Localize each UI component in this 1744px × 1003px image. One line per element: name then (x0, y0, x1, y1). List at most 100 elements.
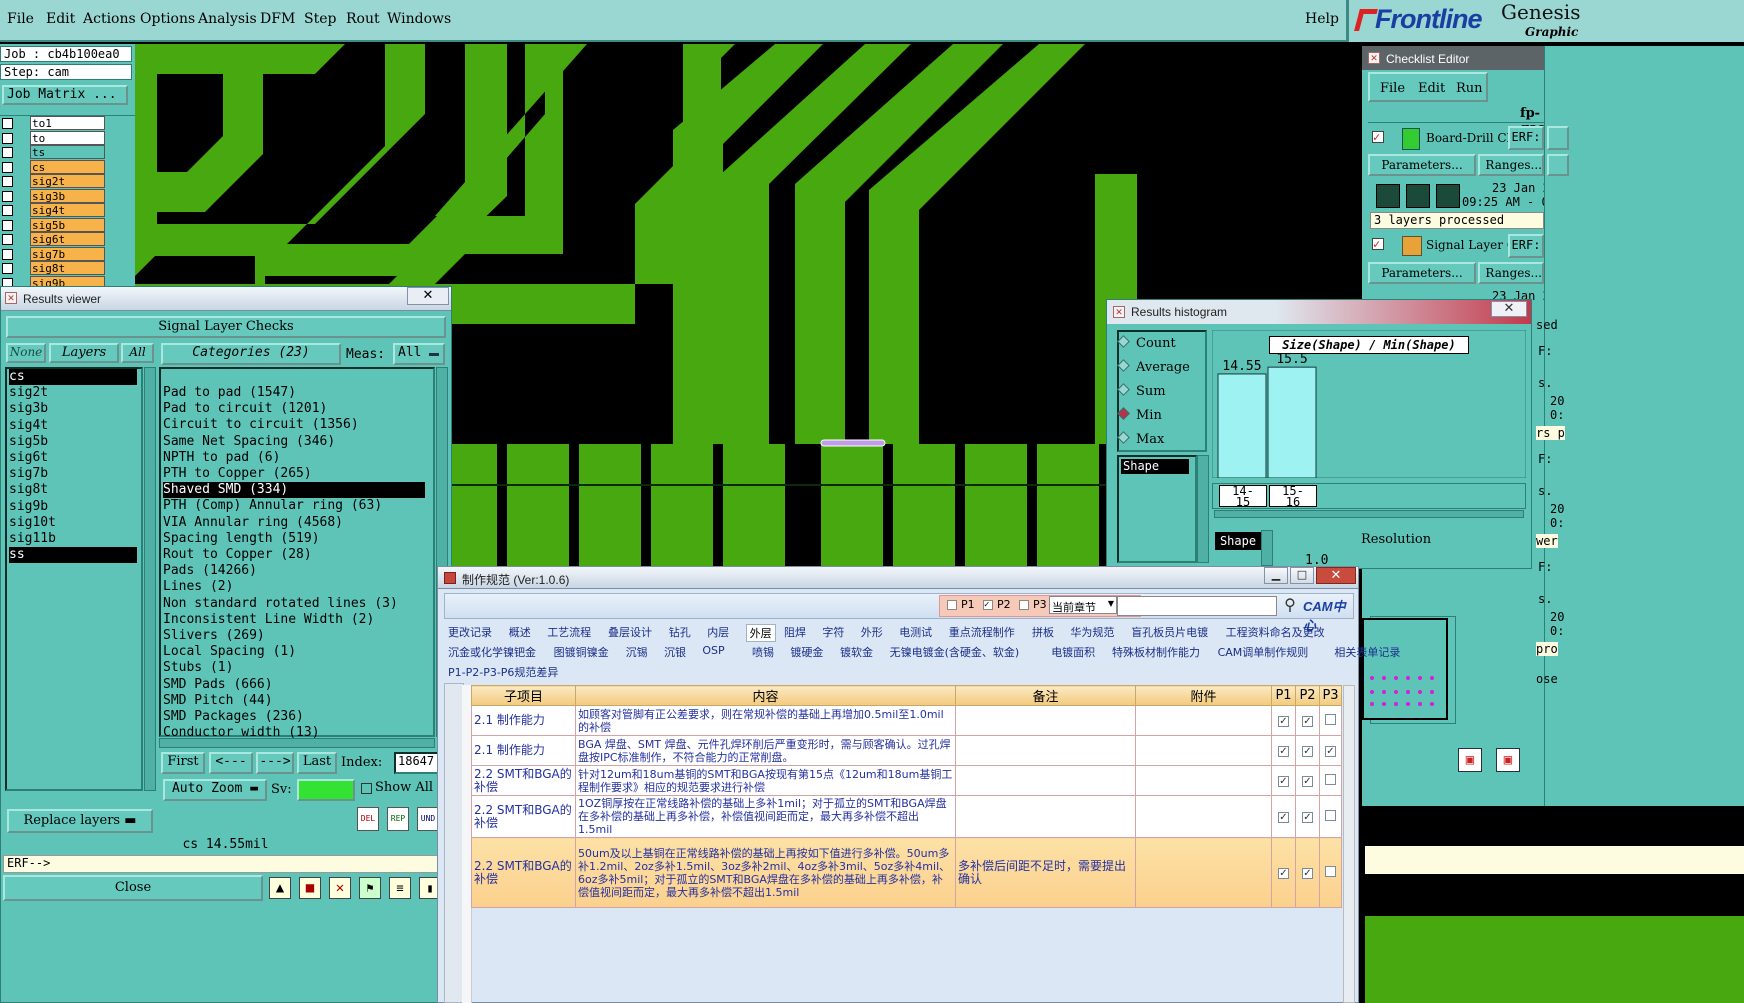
minimize-icon[interactable]: ▁ (1264, 567, 1288, 584)
radio-count[interactable]: Count (1117, 335, 1176, 351)
layer-result-item[interactable]: sig11b (9, 531, 137, 547)
spec-p3-checkbox[interactable]: ✓ (1325, 746, 1336, 757)
layer-row[interactable]: sig2t (0, 174, 135, 188)
layer-checkbox[interactable] (2, 263, 13, 274)
layer-result-item[interactable]: cs (9, 369, 137, 385)
category-item[interactable]: Shaved SMD (334) (163, 482, 425, 499)
category-item[interactable]: Circuit to circuit (1356) (163, 417, 425, 433)
layer-result-item[interactable]: sig5b (9, 434, 137, 450)
spec-tab[interactable]: 阻焊 (784, 624, 806, 640)
category-item[interactable]: Slivers (269) (163, 628, 425, 644)
spec-tab[interactable]: 无镍电镀金(含硬金、软金) (890, 644, 1020, 660)
layer-checkbox[interactable] (2, 147, 13, 158)
layer-result-item[interactable]: sig8t (9, 482, 137, 498)
p3-checkbox[interactable] (1019, 600, 1029, 610)
spec-tab[interactable]: 内层 (707, 624, 729, 640)
spec-table-row[interactable]: 2.1 制作能力 BGA 焊盘、SMT 焊盘、元件孔焊环削后严重变形时，需与顾客确… (471, 735, 1342, 766)
layer-row[interactable]: to1 (0, 116, 135, 130)
layer-row[interactable]: sig8t (0, 261, 135, 275)
layer-checkbox[interactable] (2, 118, 13, 129)
radio-max[interactable]: Max (1117, 431, 1164, 447)
close-button[interactable]: Close (3, 875, 263, 901)
check1-ranges-button[interactable]: Ranges... (1478, 154, 1544, 176)
menu-step[interactable]: Step (304, 11, 336, 27)
layers-button[interactable]: Layers (49, 343, 119, 363)
spec-tab[interactable]: 叠层设计 (608, 624, 652, 640)
chapter-dropdown[interactable]: 当前章节 ▼ (1049, 596, 1117, 614)
auto-zoom-button[interactable]: Auto Zoom ▬ (163, 779, 267, 801)
spec-column-header[interactable]: P1 (1271, 685, 1296, 706)
p2-checkbox[interactable]: ✓ (983, 600, 993, 610)
layer-result-item[interactable]: sig2t (9, 385, 137, 401)
layer-list-scrollbar[interactable] (144, 367, 156, 791)
spec-p1-checkbox[interactable]: ✓ (1278, 868, 1289, 879)
layer-row[interactable]: sig6t (0, 232, 135, 246)
check1-enable-checkbox[interactable]: ✓ (1372, 131, 1384, 143)
spec-p1-checkbox[interactable]: ✓ (1278, 776, 1289, 787)
spec-tab[interactable]: 工艺流程 (547, 624, 591, 640)
check2-erf[interactable]: ERF: (1508, 234, 1544, 258)
spec-tab[interactable]: OSP (702, 644, 724, 657)
layer-result-item[interactable]: sig3b (9, 401, 137, 417)
menu-analysis[interactable]: Analysis (198, 11, 257, 27)
spec-tab[interactable]: 电测试 (899, 624, 932, 640)
undo-icon[interactable]: UND (417, 807, 439, 831)
layer-row[interactable]: sig3b (0, 188, 135, 203)
layer-checkbox[interactable] (2, 161, 13, 173)
spec-tab[interactable]: 相关表单记录 (1334, 644, 1400, 660)
menu-actions[interactable]: Actions (83, 11, 136, 27)
all-button[interactable]: All (121, 343, 154, 363)
next-button[interactable]: ---> (256, 752, 294, 774)
spec-vscroll-left[interactable] (444, 683, 464, 1003)
layer-checkbox[interactable] (2, 248, 13, 260)
radio-sum[interactable]: Sum (1117, 383, 1166, 399)
spec-column-header[interactable]: 附件 (1135, 685, 1272, 706)
stop-icon[interactable]: ■ (299, 877, 321, 899)
category-item[interactable]: Same Net Spacing (346) (163, 434, 425, 450)
menu-options[interactable]: Options (140, 11, 195, 27)
first-button[interactable]: First (161, 752, 205, 774)
close-icon[interactable]: ✕ (407, 287, 449, 305)
histogram-bar[interactable] (1267, 366, 1317, 478)
maximize-icon[interactable]: □ (1290, 567, 1314, 584)
layer-checkbox[interactable] (2, 132, 13, 144)
category-item[interactable]: SMD Pads (666) (163, 677, 425, 693)
category-item[interactable]: Pad to circuit (1201) (163, 401, 425, 417)
category-item[interactable]: Local Spacing (1) (163, 644, 425, 660)
category-item[interactable]: Non standard rotated lines (3) (163, 596, 425, 612)
flag-icon[interactable]: ⚑ (359, 877, 381, 899)
search-icon[interactable]: ⚲ (1279, 595, 1301, 617)
spec-tab[interactable]: 喷锡 (752, 644, 774, 660)
spec-p2-checkbox[interactable]: ✓ (1302, 776, 1313, 787)
spec-p1-checkbox[interactable]: ✓ (1278, 746, 1289, 757)
layer-result-item[interactable]: sig4t (9, 418, 137, 434)
layer-result-item[interactable]: sig9b (9, 499, 137, 515)
spec-tab[interactable]: 华为规范 (1070, 624, 1114, 640)
layer-row[interactable]: sig7b (0, 246, 135, 261)
layers-apply-icon[interactable]: ▣ (1496, 748, 1520, 772)
close-icon[interactable]: ✕ (1491, 301, 1527, 317)
spec-column-header[interactable]: P2 (1295, 685, 1320, 706)
spec-table-row[interactable]: 2.2 SMT和BGA的补偿 针对12um和18um基铜的SMT和BGA按现有第1… (471, 765, 1342, 796)
category-item[interactable]: Rout to Copper (28) (163, 547, 425, 563)
spec-p3-checkbox[interactable] (1325, 809, 1336, 821)
layer-result-item[interactable]: sig7b (9, 466, 137, 482)
menu-help[interactable]: Help (1305, 11, 1339, 27)
delete-icon[interactable]: DEL (357, 807, 379, 831)
p1-checkbox[interactable] (947, 600, 957, 610)
spec-p2-checkbox[interactable]: ✓ (1302, 812, 1313, 823)
spec-tab[interactable]: 重点流程制作 (949, 624, 1015, 640)
menu-file[interactable]: File (7, 11, 34, 27)
histogram-bar[interactable] (1217, 373, 1267, 478)
spec-p3-checkbox[interactable] (1325, 713, 1336, 725)
spec-tab[interactable]: 特殊板材制作能力 (1112, 644, 1200, 660)
spec-table-row[interactable]: 2.2 SMT和BGA的补偿 1OZ铜厚按在正常线路补偿的基础上多补1mil；对于… (471, 795, 1342, 838)
category-item[interactable]: Lines (2) (163, 579, 425, 595)
meas-dropdown[interactable]: All (393, 343, 445, 365)
close-icon[interactable]: ✕ (1316, 567, 1356, 584)
search-input[interactable] (1117, 596, 1277, 616)
check1-erf[interactable]: ERF: (1508, 126, 1544, 150)
layer-result-item[interactable]: ss (9, 547, 137, 564)
show-all-checkbox[interactable] (361, 783, 372, 794)
spec-table-row[interactable]: 2.2 SMT和BGA的补偿 50um及以上基铜在正常线路补偿的基础上再按如下值进… (471, 837, 1342, 908)
